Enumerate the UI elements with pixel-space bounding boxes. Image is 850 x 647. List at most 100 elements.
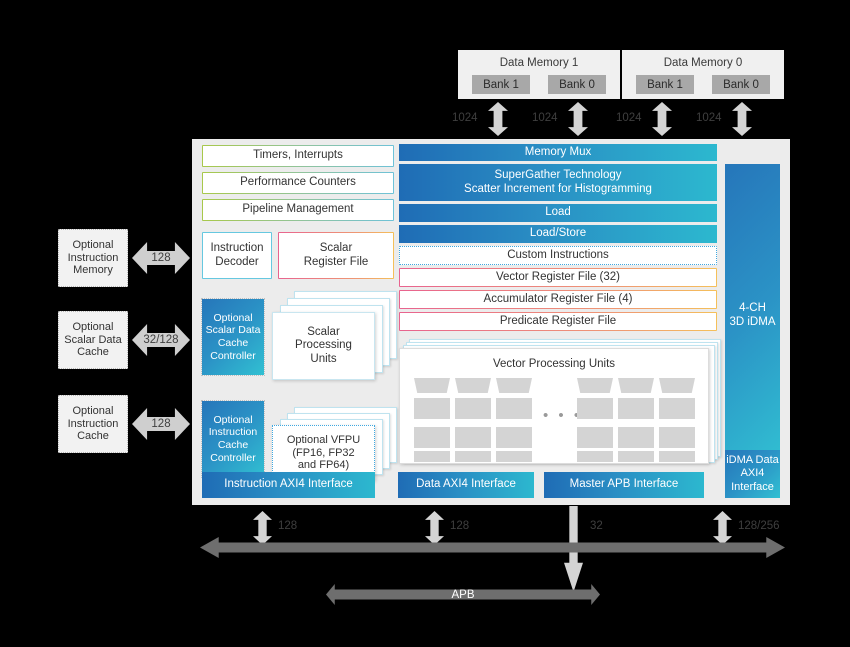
- vpu-cell: [414, 427, 450, 448]
- vector-register-file-bar: Vector Register File (32): [399, 268, 717, 287]
- scalar-cache-ctrl-line-4: Controller: [210, 349, 256, 362]
- vpu-cell: [455, 398, 491, 419]
- optional-scalar-data-cache-line-1: Optional: [72, 321, 114, 334]
- predicate-register-file-bar: Predicate Register File: [399, 312, 717, 331]
- vfpu-line-2: (FP16, FP32: [292, 446, 355, 459]
- scalar-processing-units-block: Scalar Processing Units: [272, 312, 375, 380]
- instruction-decoder-line-2: Decoder: [215, 255, 259, 268]
- memory-arrow-1: [488, 102, 508, 136]
- data-memory-0: Data Memory 0 Bank 1 Bank 0: [622, 50, 784, 99]
- vpu-cell: [455, 378, 491, 393]
- scalar-data-cache-bus-label: 32/128: [143, 334, 179, 346]
- vpu-cell: [618, 451, 654, 462]
- idma-interface-line-1: iDMA Data: [726, 454, 779, 467]
- vpu-cell: [496, 398, 532, 419]
- optional-vfpu-stack: Optional VFPU (FP16, FP32 and FP64): [272, 407, 397, 481]
- instruction-cache-ctrl-line-2: Instruction: [208, 426, 258, 439]
- memory-arrow-4-label: 1024: [696, 112, 722, 124]
- vpu-cell: [414, 378, 450, 393]
- scalar-register-file-line-1: Scalar: [319, 242, 353, 255]
- optional-instruction-cache-line-2: Instruction: [67, 417, 119, 430]
- optional-scalar-data-cache-controller: Optional Scalar Data Cache Controller: [201, 298, 265, 376]
- custom-instructions-bar: Custom Instructions: [399, 246, 717, 265]
- load-bar: Load: [399, 204, 717, 222]
- idma-bus-width-label: 128/256: [738, 520, 780, 532]
- load-store-bar: Load/Store: [399, 225, 717, 243]
- instruction-cache-ctrl-line-4: Controller: [210, 451, 256, 464]
- optional-instruction-cache-controller: Optional Instruction Cache Controller: [201, 400, 265, 478]
- data-bus-width-label: 128: [450, 520, 470, 532]
- data-memory-1: Data Memory 1 Bank 1 Bank 0: [458, 50, 620, 99]
- vpu-cell: [618, 427, 654, 448]
- data-memory-1-bank-1: Bank 1: [472, 75, 530, 94]
- instruction-cache-ctrl-line-3: Cache: [217, 439, 249, 451]
- vector-processing-units-title: Vector Processing Units: [492, 358, 616, 370]
- processor-core-panel: Timers, Interrupts Performance Counters …: [192, 139, 790, 505]
- vpu-cell: [577, 451, 613, 462]
- accumulator-register-file-bar: Accumulator Register File (4): [399, 290, 717, 309]
- scalar-data-cache-bus-arrow: 32/128: [132, 324, 190, 356]
- idma-data-axi4-interface: iDMA Data AXI4 Interface: [725, 450, 780, 498]
- instruction-bus-width-label: 128: [278, 520, 298, 532]
- vector-processing-units-block: Vector Processing Units • • •: [399, 348, 709, 464]
- vpu-cell: [618, 398, 654, 419]
- memory-arrow-4: [732, 102, 752, 136]
- vpu-cell: [455, 427, 491, 448]
- supergather-line-2: Scatter Increment for Histogramming: [464, 182, 652, 195]
- vpu-cell: [618, 378, 654, 393]
- idma-interface-line-2: AXI4: [740, 467, 765, 480]
- vpu-cell: [577, 378, 613, 393]
- vpu-cell: [659, 427, 695, 448]
- vpu-cell: [414, 398, 450, 419]
- optional-instruction-memory-line-3: Memory: [73, 264, 113, 277]
- scalar-register-file-block: Scalar Register File: [278, 232, 394, 279]
- supergather-bar: SuperGather Technology Scatter Increment…: [399, 164, 717, 201]
- optional-scalar-data-cache-line-3: Cache: [77, 346, 109, 359]
- data-axi4-interface: Data AXI4 Interface: [398, 472, 534, 498]
- idma-interface-line-3: Interface: [731, 480, 774, 493]
- vpu-cell: [659, 378, 695, 393]
- data-bus-arrow: [425, 511, 444, 545]
- instruction-decoder-block: Instruction Decoder: [202, 232, 272, 279]
- scalar-processing-units-stack: Scalar Processing Units: [272, 291, 397, 380]
- scalar-cache-ctrl-line-2: Scalar Data: [205, 324, 261, 337]
- memory-mux-bar: Memory Mux: [399, 144, 717, 161]
- pipeline-management-block: Pipeline Management: [202, 199, 394, 221]
- supergather-line-1: SuperGather Technology: [494, 169, 622, 182]
- optional-instruction-cache-line-1: Optional: [72, 405, 114, 418]
- vfpu-line-3: and FP64): [297, 459, 350, 472]
- scalar-units-line-3: Units: [310, 352, 337, 365]
- memory-arrow-3-label: 1024: [616, 112, 642, 124]
- memory-arrow-3: [652, 102, 672, 136]
- vpu-cell: [414, 451, 450, 462]
- idma-bus-arrow: [713, 511, 732, 545]
- scalar-register-file-line-2: Register File: [303, 255, 369, 268]
- memory-arrow-1-label: 1024: [452, 112, 478, 124]
- optional-instruction-cache-line-3: Cache: [77, 430, 109, 443]
- optional-instruction-memory-line-1: Optional: [72, 239, 114, 252]
- scalar-cache-ctrl-line-3: Cache: [217, 337, 249, 349]
- optional-instruction-memory-line-2: Instruction: [67, 251, 119, 264]
- instruction-memory-bus-label: 128: [151, 252, 171, 264]
- vfpu-line-1: Optional VFPU: [286, 433, 361, 446]
- optional-instruction-cache: Optional Instruction Cache: [58, 395, 128, 453]
- vpu-cell: [455, 451, 491, 462]
- performance-counters-block: Performance Counters: [202, 172, 394, 194]
- instruction-cache-bus-label: 128: [151, 418, 171, 430]
- apb-bus: APB: [326, 584, 600, 605]
- vpu-cell: [496, 427, 532, 448]
- master-apb-interface: Master APB Interface: [544, 472, 704, 498]
- instruction-memory-bus-arrow: 128: [132, 242, 190, 274]
- data-memory-0-bank-0: Bank 0: [712, 75, 770, 94]
- vpu-cell: [659, 398, 695, 419]
- data-memory-1-title: Data Memory 1: [499, 57, 579, 69]
- scalar-units-line-2: Processing: [295, 339, 352, 352]
- vpu-cell: [496, 451, 532, 462]
- memory-arrow-2-label: 1024: [532, 112, 558, 124]
- optional-instruction-memory: Optional Instruction Memory: [58, 229, 128, 287]
- instruction-cache-bus-arrow: 128: [132, 408, 190, 440]
- instruction-bus-arrow: [253, 511, 272, 545]
- vpu-cell: [496, 378, 532, 393]
- memory-arrow-2: [568, 102, 588, 136]
- main-system-bus: [200, 537, 785, 558]
